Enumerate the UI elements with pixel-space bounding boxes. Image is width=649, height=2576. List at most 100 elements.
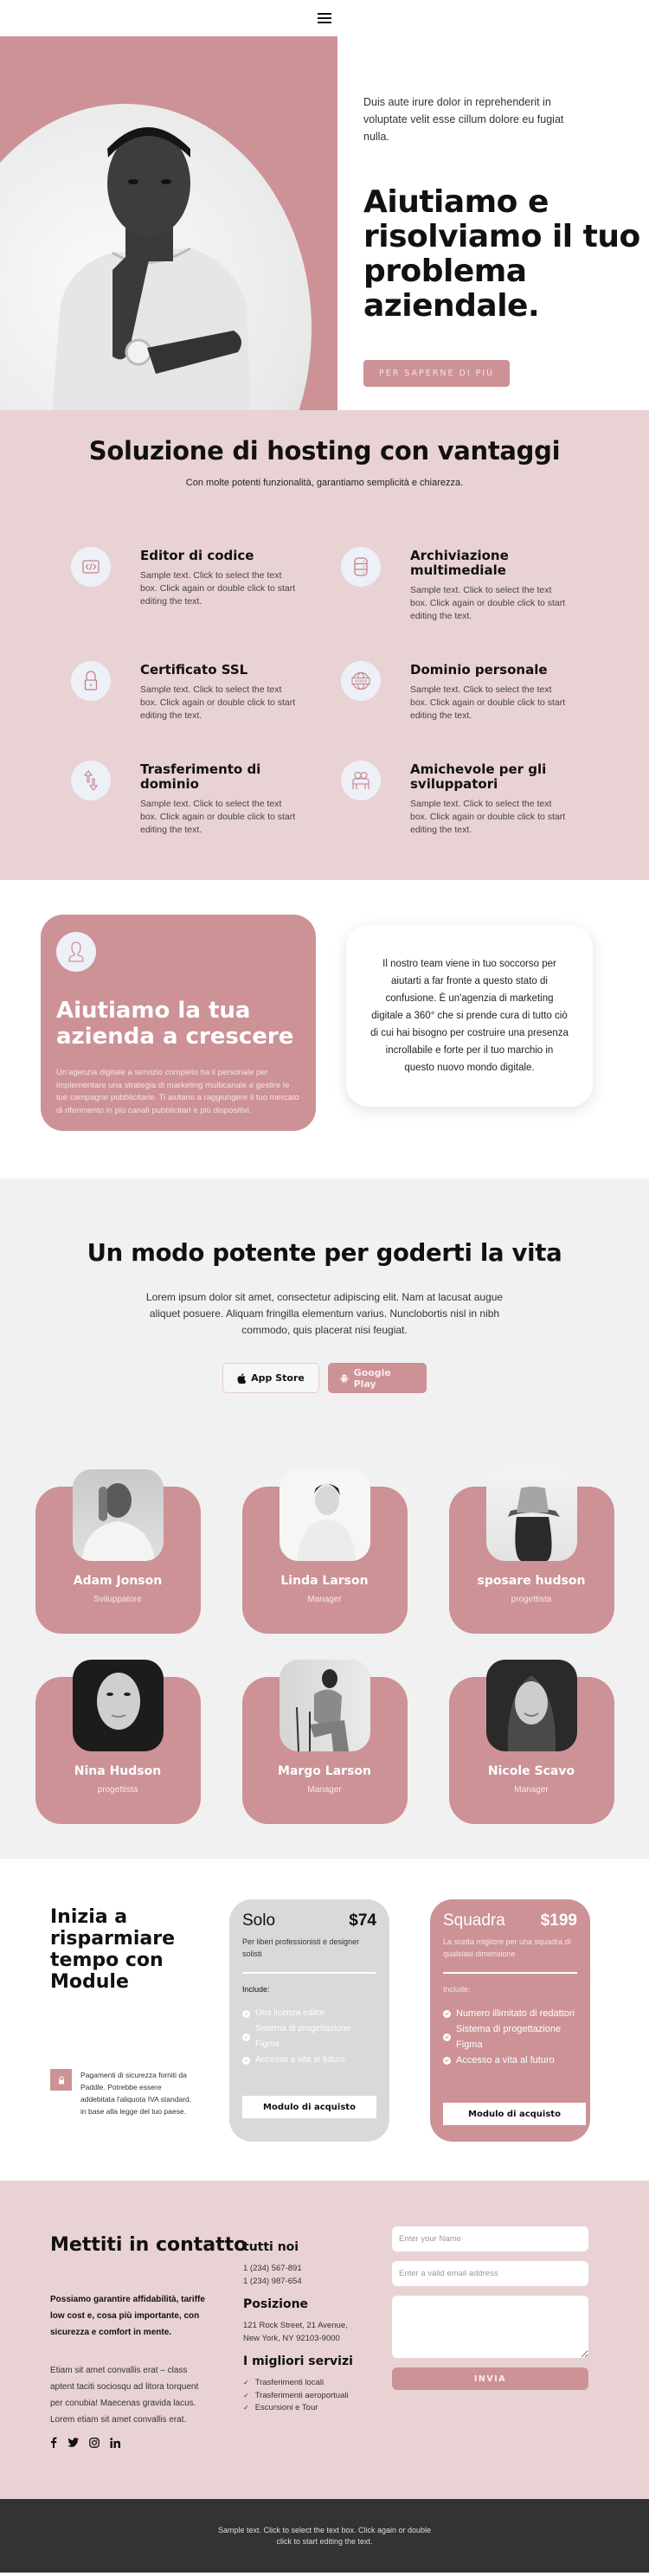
feature-title: Dominio personale bbox=[410, 662, 548, 678]
member-name: sposare hudson bbox=[477, 1574, 586, 1588]
purchase-button-team[interactable]: Modulo di acquisto bbox=[443, 2103, 586, 2125]
member-role: Manager bbox=[307, 1785, 342, 1795]
linkedin-icon[interactable] bbox=[110, 2437, 120, 2448]
features-grid: Editor di codice Sample text. Click to se… bbox=[71, 547, 649, 837]
features-subtitle: Con molte potenti funzionalità, garantia… bbox=[185, 478, 464, 488]
hero-image-panel bbox=[0, 36, 337, 410]
plan-feature: Sistema di progettazione Figma bbox=[443, 2021, 577, 2052]
team-member-card: Margo Larson Manager bbox=[241, 1660, 408, 1824]
feature-title: Archiviazione multimediale bbox=[410, 548, 509, 578]
checkmark-icon: ✓ bbox=[243, 2404, 249, 2412]
phone-number: 1 (234) 567-891 bbox=[243, 2264, 302, 2273]
site-footer: Sample text. Click to select the text bo… bbox=[0, 2499, 649, 2573]
member-role: progettista bbox=[97, 1785, 138, 1795]
feature-text: Sample text. Click to select the text bo… bbox=[410, 585, 566, 621]
secure-payment-text: Pagamenti di sicurezza forniti da Paddle… bbox=[80, 2071, 192, 2116]
services-title: I migliori servizi bbox=[243, 2354, 353, 2368]
service-item: ✓ Trasferimenti aeroportuali bbox=[243, 2390, 356, 2403]
lock-icon bbox=[50, 2069, 72, 2091]
team-member-card: Linda Larson Manager bbox=[241, 1469, 408, 1634]
instagram-icon[interactable] bbox=[89, 2437, 100, 2448]
divider bbox=[242, 1972, 376, 1974]
hamburger-menu-icon[interactable] bbox=[318, 13, 331, 23]
message-textarea[interactable] bbox=[392, 2296, 588, 2358]
plan-include-label: Include: bbox=[242, 1985, 270, 1994]
team-section: Adam Jonson Sviluppatore Linda Larson Ma… bbox=[0, 1428, 649, 1859]
developers-icon bbox=[341, 761, 381, 800]
feature-item: Trasferimento di dominio Sample text. Cli… bbox=[71, 761, 341, 837]
check-circle-icon bbox=[443, 2033, 451, 2041]
name-input[interactable] bbox=[392, 2226, 588, 2252]
member-photo bbox=[72, 1469, 164, 1561]
member-name: Margo Larson bbox=[278, 1764, 371, 1778]
plan-feature-list: Una licenza editor Sistema di progettazi… bbox=[242, 2006, 376, 2068]
member-role: Manager bbox=[514, 1785, 549, 1795]
grow-title: Aiutiamo la tua azienda a crescere bbox=[56, 998, 294, 1050]
feature-item: Archiviazione multimediale Sample text. C… bbox=[341, 547, 611, 623]
transfer-arrows-icon bbox=[71, 761, 111, 800]
plan-price: $199 bbox=[540, 1911, 577, 1930]
secure-payment-note: Pagamenti di sicurezza forniti da Paddle… bbox=[50, 2069, 193, 2117]
member-name: Linda Larson bbox=[280, 1574, 369, 1588]
check-circle-icon bbox=[242, 2009, 250, 2018]
app-store-button[interactable]: App Store bbox=[222, 1363, 319, 1393]
feature-title: Amichevole per gli sviluppatori bbox=[410, 761, 547, 792]
checkmark-icon: ✓ bbox=[243, 2391, 249, 2399]
member-name: Adam Jonson bbox=[73, 1574, 163, 1588]
twitter-icon[interactable] bbox=[67, 2438, 79, 2447]
feature-item: Amichevole per gli sviluppatori Sample te… bbox=[341, 761, 611, 837]
service-item: ✓ Escursioni e Tour bbox=[243, 2402, 356, 2415]
pricing-title: Inizia a risparmiare tempo con Module bbox=[50, 1906, 176, 1993]
hero-title: Aiutiamo e risolviamo il tuo problema az… bbox=[363, 184, 640, 324]
plan-card-solo: Solo $74 Per liberi professionisti e des… bbox=[229, 1899, 389, 2142]
plan-card-team: Squadra $199 La scelta migliore per una … bbox=[430, 1899, 590, 2142]
submit-button[interactable]: INVIA bbox=[392, 2367, 588, 2390]
grow-text: Un'agenzia digitale a servizio completo … bbox=[56, 1068, 299, 1115]
checkmark-icon: ✓ bbox=[243, 2379, 249, 2386]
social-links bbox=[50, 2437, 120, 2448]
facebook-icon[interactable] bbox=[50, 2437, 57, 2448]
check-circle-icon bbox=[242, 2056, 250, 2065]
plan-name: Solo bbox=[242, 1911, 276, 1930]
features-section: Soluzione di hosting con vantaggi Con mo… bbox=[0, 410, 649, 880]
google-play-button[interactable]: Google Play bbox=[328, 1363, 427, 1393]
database-icon bbox=[341, 547, 381, 587]
feature-item: Certificato SSL Sample text. Click to sel… bbox=[71, 661, 341, 723]
hero-portrait-image bbox=[52, 127, 251, 410]
google-play-label: Google Play bbox=[353, 1366, 391, 1390]
email-input[interactable] bbox=[392, 2261, 588, 2286]
service-item: ✓ Trasferimenti locali bbox=[243, 2377, 356, 2390]
app-text: Lorem ipsum dolor sit amet, consectetur … bbox=[145, 1291, 504, 1336]
contact-title: Mettiti in contatto bbox=[50, 2234, 247, 2256]
feature-title: Editor di codice bbox=[140, 548, 254, 563]
globe-www-icon: WWW bbox=[341, 661, 381, 701]
address: 121 Rock Street, 21 Avenue, New York, NY … bbox=[243, 2321, 348, 2343]
quote-text: Il nostro team viene in tuo soccorso per… bbox=[370, 959, 569, 1073]
plan-feature: Sistema di progettazione Figma bbox=[242, 2021, 376, 2052]
member-name: Nicole Scavo bbox=[487, 1764, 575, 1778]
features-title: Soluzione di hosting con vantaggi bbox=[88, 436, 561, 466]
svg-text:WWW: WWW bbox=[355, 679, 367, 684]
team-row: Adam Jonson Sviluppatore Linda Larson Ma… bbox=[0, 1469, 649, 1634]
team-row: Nina Hudson progettista Margo Larson Man… bbox=[0, 1660, 649, 1824]
learn-more-button[interactable]: PER SAPERNE DI PIÙ bbox=[363, 360, 511, 387]
feature-title: Trasferimento di dominio bbox=[140, 761, 261, 792]
feature-item: Editor di codice Sample text. Click to se… bbox=[71, 547, 341, 623]
member-photo bbox=[485, 1469, 577, 1561]
pricing-section: Inizia a risparmiare tempo con Module Pa… bbox=[0, 1859, 649, 2181]
feature-text: Sample text. Click to select the text bo… bbox=[140, 570, 296, 607]
site-header bbox=[0, 0, 649, 36]
plan-description: Per liberi professionisti e designer sol… bbox=[242, 1937, 360, 1958]
plan-feature-list: Numero illimitato di redattori Sistema d… bbox=[443, 2006, 577, 2068]
code-icon bbox=[71, 547, 111, 587]
purchase-button-solo[interactable]: Modulo di acquisto bbox=[242, 2096, 376, 2118]
grow-section: Aiutiamo la tua azienda a crescere Un'ag… bbox=[0, 880, 649, 1179]
member-photo bbox=[279, 1469, 370, 1561]
team-member-card: Adam Jonson Sviluppatore bbox=[35, 1469, 201, 1634]
team-member-card: sposare hudson progettista bbox=[448, 1469, 614, 1634]
location-title: Posizione bbox=[243, 2297, 309, 2311]
contact-form: INVIA bbox=[392, 2226, 588, 2390]
plan-include-label: Include: bbox=[443, 1985, 471, 1994]
apple-icon bbox=[237, 1372, 247, 1384]
check-circle-icon bbox=[443, 2009, 451, 2018]
